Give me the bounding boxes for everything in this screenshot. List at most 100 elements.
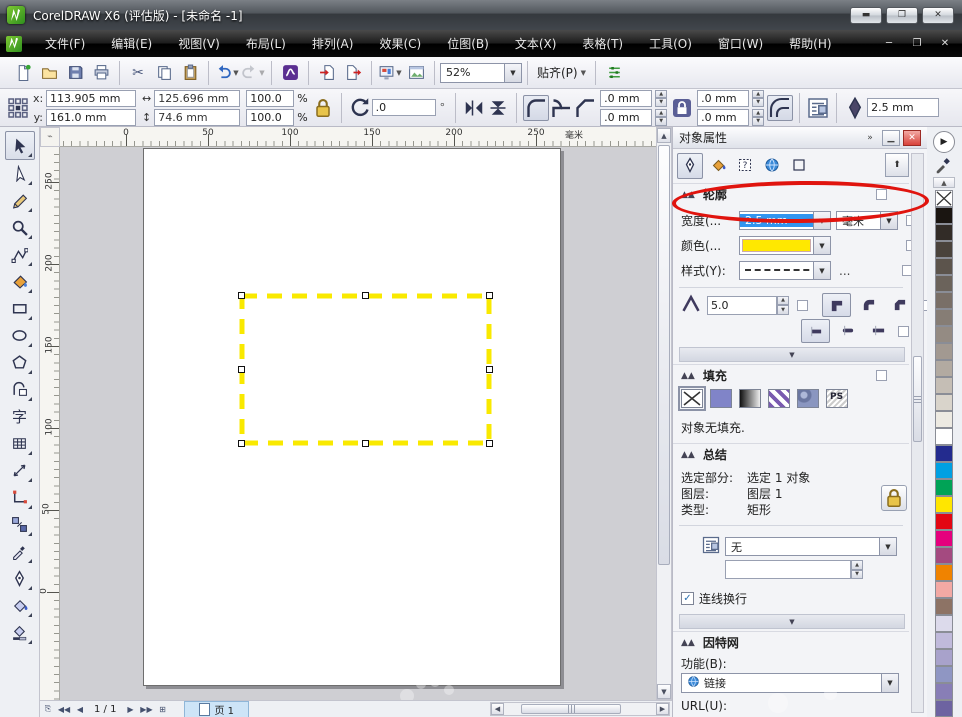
color-swatch[interactable] [935,581,953,598]
relative-corner-scaling-button[interactable] [767,95,793,121]
menu-item-5[interactable]: 排列(A) [299,30,367,57]
connector-tool[interactable] [6,484,34,511]
pattern-fill-button[interactable] [768,389,790,408]
page-tab[interactable]: 页 1 [184,701,249,717]
color-swatch[interactable] [935,428,953,445]
corner-radius-tr-field[interactable]: .0 mm [697,90,749,107]
shape-tool[interactable] [6,160,34,187]
color-swatch[interactable] [935,666,953,683]
fill-link-checkbox[interactable] [876,370,887,381]
dimension-tool[interactable] [6,457,34,484]
document-restore-button[interactable]: ❐ [910,38,924,49]
paste-button[interactable] [177,60,203,86]
texture-fill-button[interactable] [797,389,819,408]
docker-minimize-button[interactable]: ▁ [882,130,900,146]
selection-handle-s[interactable] [362,440,369,447]
table-tool[interactable] [6,430,34,457]
docker-scrollbar[interactable] [911,153,924,713]
last-page-button[interactable]: ▶▶ [138,702,154,716]
menu-item-10[interactable]: 工具(O) [636,30,705,57]
outline-color-picker[interactable]: ▼ [739,236,831,255]
menu-item-4[interactable]: 布局(L) [233,30,299,57]
scroll-up-button[interactable]: ▲ [657,128,671,143]
color-swatch[interactable] [935,224,953,241]
color-swatch[interactable] [935,275,953,292]
color-swatch[interactable] [935,683,953,700]
color-swatch[interactable] [935,343,953,360]
document-minimize-button[interactable]: ─ [882,38,896,49]
round-join-button[interactable] [855,293,882,315]
object-height-field[interactable]: 74.6 mm [154,109,240,126]
chevron-down-icon[interactable]: ▼ [879,538,896,555]
color-swatch[interactable] [935,258,953,275]
fountain-fill-button[interactable] [739,389,761,408]
cap-link-checkbox[interactable] [898,326,909,337]
color-swatch[interactable] [935,326,953,343]
color-swatch[interactable] [935,394,953,411]
menu-item-6[interactable]: 效果(C) [366,30,434,57]
horizontal-scrollbar[interactable]: ◀ ▶ [490,702,670,716]
corner-radius-br-field[interactable]: .0 mm [697,109,749,126]
open-button[interactable] [36,60,62,86]
smart-fill-tool[interactable] [6,268,34,295]
freehand-tool[interactable] [6,187,34,214]
menu-item-1[interactable]: 文件(F) [32,30,98,57]
color-swatch[interactable] [935,309,953,326]
vertical-ruler[interactable]: 250200150100500 [40,147,60,700]
selection-handle-nw[interactable] [238,292,245,299]
x-position-field[interactable]: 113.905 mm [46,90,136,107]
chevron-down-icon[interactable]: ▼ [813,212,830,229]
summary-section-header[interactable]: ▲▲ 总结 [673,443,909,465]
color-swatch[interactable] [935,598,953,615]
docker-scroll-thumb[interactable] [913,356,922,442]
internet-tab[interactable] [760,154,784,178]
color-swatch[interactable] [935,513,953,530]
zoom-level-combo[interactable]: 52% ▼ [440,63,522,83]
square-cap-button[interactable] [865,319,892,341]
corner-radius-tl-field[interactable]: .0 mm [600,90,652,107]
color-eyedropper-tool[interactable] [6,538,34,565]
fill-section-header[interactable]: ▲▲ 填充 [673,364,909,386]
window-close-button[interactable]: ✕ [922,7,954,24]
chevron-down-icon[interactable]: ▼ [881,674,898,692]
wrap-text-button[interactable] [806,96,830,120]
selection-handle-ne[interactable] [486,292,493,299]
docker-pin-button[interactable]: ⬆ [885,153,909,177]
menu-item-7[interactable]: 位图(B) [434,30,502,57]
window-restore-button[interactable]: ❐ [886,7,918,24]
color-swatch[interactable] [935,445,953,462]
scale-x-field[interactable]: 100.0 [246,90,294,107]
outline-link-checkbox[interactable] [876,189,887,200]
miter-join-button[interactable] [822,293,851,317]
vertical-scroll-thumb[interactable] [658,145,670,565]
color-swatch[interactable] [935,360,953,377]
menu-item-12[interactable]: 帮助(H) [776,30,844,57]
color-swatch[interactable] [935,241,953,258]
color-swatch[interactable] [935,530,953,547]
lock-object-button[interactable] [881,485,907,511]
polyline-tool[interactable] [6,241,34,268]
drawing-canvas[interactable] [60,147,656,700]
print-button[interactable] [88,60,114,86]
wrap-style-combo[interactable]: 无 ▼ [725,537,897,556]
interactive-fill-tool[interactable] [6,619,34,646]
previous-page-button[interactable]: ◀ [72,702,88,716]
no-color-swatch[interactable] [935,190,953,207]
color-swatch[interactable] [935,700,953,717]
outline-unit-combo[interactable]: 毫米 ▼ [836,211,898,230]
fill-tab[interactable] [706,154,730,178]
object-origin-selector[interactable] [6,96,30,120]
color-swatch[interactable] [935,649,953,666]
chevron-down-icon[interactable]: ▼ [504,64,521,82]
horizontal-scroll-thumb[interactable] [521,704,621,714]
spinner[interactable]: ▲▼ [655,90,667,107]
outline-style-combo[interactable]: ▼ [739,261,831,280]
basic-shapes-tool[interactable] [6,376,34,403]
cut-button[interactable]: ✂ [125,60,151,86]
selected-rectangle[interactable] [230,284,501,455]
color-swatch[interactable] [935,411,953,428]
scroll-left-button[interactable]: ◀ [491,703,504,715]
color-swatch[interactable] [935,547,953,564]
palette-scroll-up-button[interactable]: ▲ [933,177,955,188]
mirror-horizontal-button[interactable] [462,96,486,120]
